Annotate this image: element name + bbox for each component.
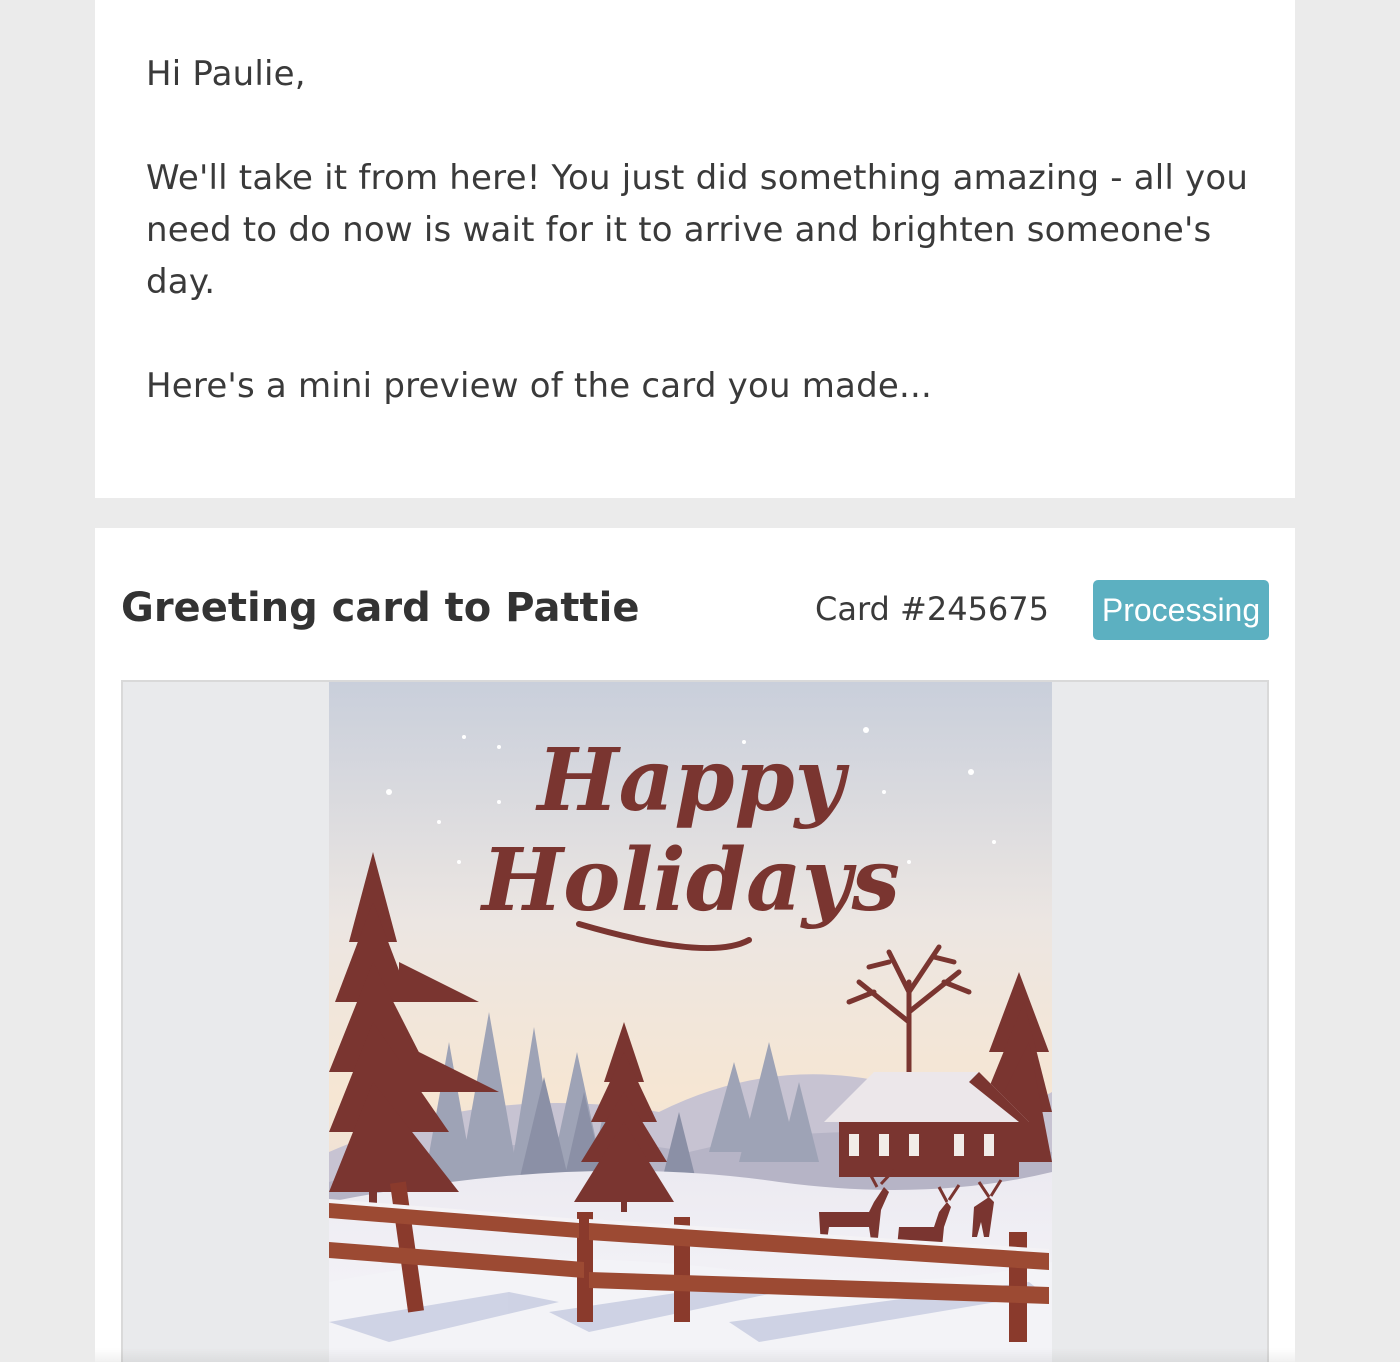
status-badge: Processing (1093, 580, 1269, 640)
card-preview-frame: Happy Holidays (121, 680, 1269, 1362)
card-preview-line2: Holidays (479, 830, 900, 931)
preview-note-text: Here's a mini preview of the card you ma… (146, 366, 932, 406)
card-preview-line1: Happy (534, 730, 849, 831)
bottom-shade (95, 1348, 1295, 1362)
card-preview-image[interactable]: Happy Holidays (329, 682, 1052, 1362)
greeting-text: Hi Paulie, (146, 54, 306, 94)
card-number: Card #245675 (815, 590, 1049, 628)
card-summary-panel: Greeting card to Pattie Card #245675 Pro… (95, 528, 1295, 1362)
card-title: Greeting card to Pattie (121, 585, 640, 631)
message-text: We'll take it from here! You just did so… (146, 158, 1249, 302)
email-intro-panel: Hi Paulie, We'll take it from here! You … (95, 0, 1295, 498)
winter-scene-illustration: Happy Holidays (329, 682, 1052, 1362)
